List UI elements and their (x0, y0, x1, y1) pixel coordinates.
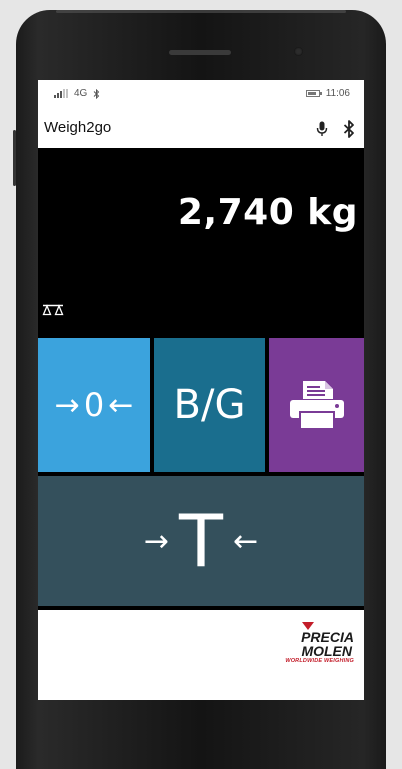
arrow-right-icon: → (143, 523, 169, 559)
logo-mark-icon (302, 622, 314, 630)
earpiece-speaker (169, 50, 231, 55)
gross-net-button[interactable]: B/G (154, 338, 265, 472)
phone-top-edge (56, 10, 346, 13)
network-type: 4G (74, 88, 88, 99)
front-camera (294, 47, 303, 56)
microphone-icon[interactable] (316, 121, 328, 137)
printer-icon (289, 381, 344, 430)
side-button (13, 130, 16, 186)
zero-button[interactable]: → 0 ← (38, 338, 150, 472)
logo-tagline: WORLDWIDE WEIGHING (285, 658, 354, 664)
screen: 4G 11:06 Weigh2go 2,740 kg → 0 ← B/G → T… (38, 80, 364, 700)
app-title: Weigh2go (44, 119, 112, 136)
tare-label: T (179, 499, 223, 583)
bluetooth-toggle-icon[interactable] (343, 120, 355, 138)
status-right: 11:06 (305, 88, 350, 99)
phone-frame: 4G 11:06 Weigh2go 2,740 kg → 0 ← B/G → T… (13, 10, 386, 769)
zero-label: 0 (83, 386, 105, 424)
precia-molen-logo: PRECIA MOLEN WORLDWIDE WEIGHING (254, 622, 354, 664)
print-button[interactable] (269, 338, 364, 472)
footer: PRECIA MOLEN WORLDWIDE WEIGHING (38, 610, 364, 700)
app-bar: Weigh2go (38, 110, 364, 148)
arrow-left-icon: ← (108, 387, 134, 423)
tare-button[interactable]: → T ← (38, 476, 364, 606)
gross-net-label: B/G (173, 382, 246, 428)
logo-line2: MOLEN (301, 643, 352, 659)
scale-icon (42, 304, 64, 316)
status-left: 4G (54, 88, 100, 99)
bluetooth-icon (93, 88, 100, 99)
arrow-left-icon: ← (232, 523, 259, 559)
arrow-right-icon: → (54, 387, 80, 423)
signal-icon (54, 89, 68, 98)
clock: 11:06 (325, 88, 350, 99)
weight-reading: 2,740 kg (177, 192, 358, 233)
status-bar: 4G 11:06 (38, 80, 364, 110)
battery-icon (305, 90, 322, 97)
logo-line1: PRECIA (301, 629, 354, 645)
